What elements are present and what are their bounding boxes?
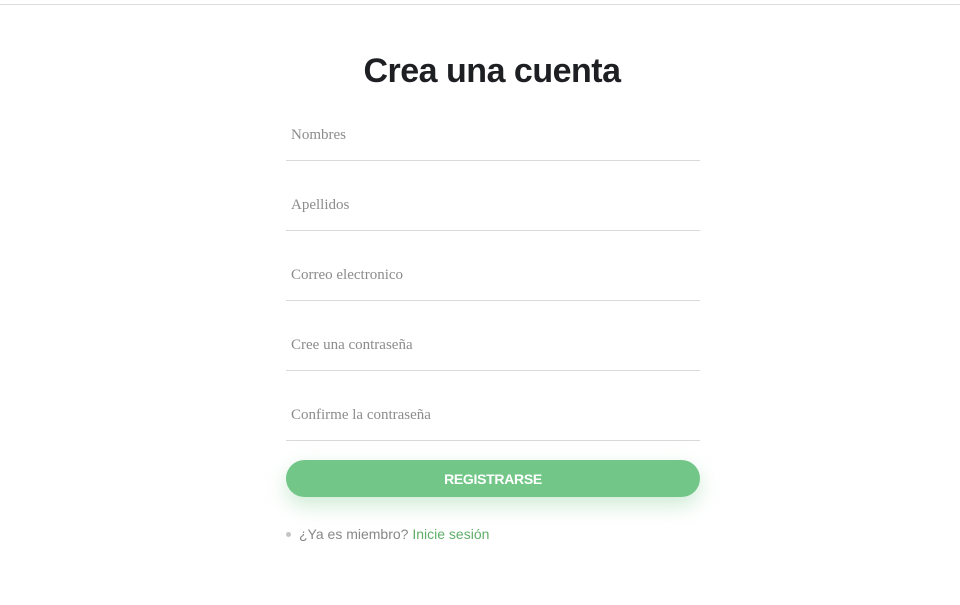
- list-bullet-icon: [286, 531, 291, 537]
- last-name-field[interactable]: [286, 180, 700, 231]
- password-field[interactable]: [286, 320, 700, 371]
- signup-form: REGISTRARSE: [286, 110, 700, 497]
- register-button[interactable]: REGISTRARSE: [286, 460, 700, 497]
- login-link[interactable]: Inicie sesión: [412, 526, 489, 542]
- login-prompt: ¿Ya es miembro? Inicie sesión: [286, 525, 489, 543]
- confirm-password-field[interactable]: [286, 390, 700, 441]
- first-name-field[interactable]: [286, 110, 700, 161]
- email-field[interactable]: [286, 250, 700, 301]
- top-divider: [0, 0, 960, 5]
- member-question: ¿Ya es miembro?: [299, 526, 409, 542]
- page-title: Crea una cuenta: [363, 52, 621, 90]
